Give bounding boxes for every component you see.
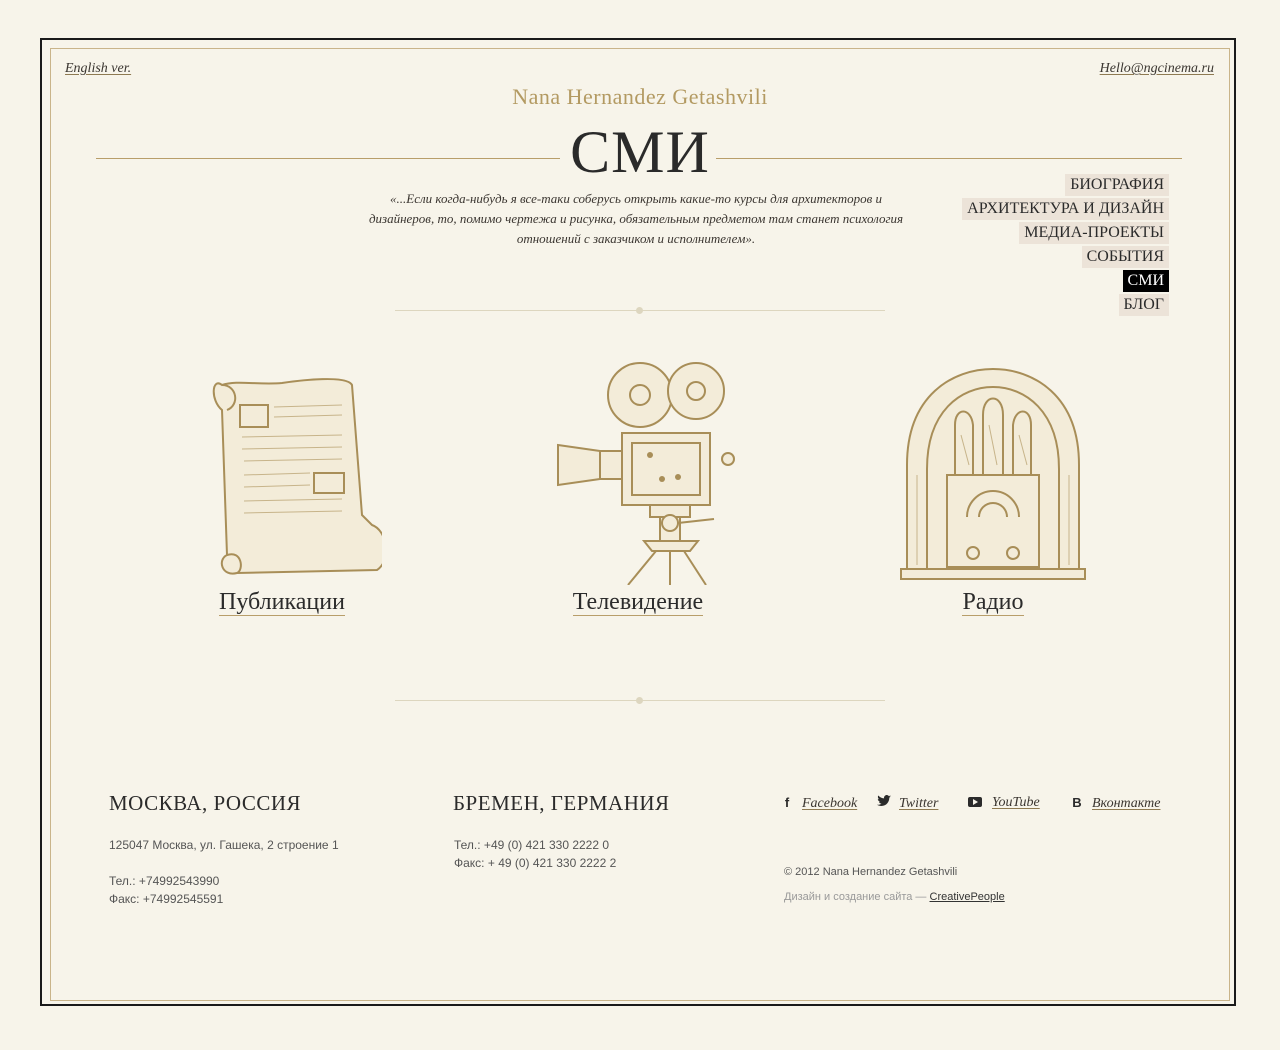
facebook-link[interactable]: f Facebook [780, 795, 857, 812]
radio-label[interactable]: Радио [873, 589, 1113, 616]
film-camera-icon [557, 362, 735, 585]
twitter-link[interactable]: Twitter [877, 795, 938, 812]
nav-item-press[interactable]: СМИ [1122, 270, 1169, 292]
design-credit: Дизайн и создание сайта — CreativePeople [784, 891, 1005, 903]
scroll-icon [212, 378, 382, 575]
main-nav: БИОГРАФИЯ АРХИТЕКТУРА И ДИЗАЙН МЕДИА-ПРО… [962, 174, 1169, 318]
divider-bottom [395, 697, 885, 704]
moscow-address: 125047 Москва, ул. Гашека, 2 строение 1 [109, 838, 339, 852]
copyright: © 2012 Nana Hernandez Getashvili [784, 866, 958, 878]
television-label[interactable]: Телевидение [518, 589, 758, 616]
vk-link[interactable]: В Вконтакте [1070, 795, 1160, 812]
nav-item-media-projects[interactable]: МЕДИА-ПРОЕКТЫ [1019, 222, 1169, 244]
nav-item-biography[interactable]: БИОГРАФИЯ [1065, 174, 1169, 196]
radio-block[interactable]: Радио [873, 355, 1113, 625]
nav-item-architecture[interactable]: АРХИТЕКТУРА И ДИЗАЙН [962, 198, 1169, 220]
facebook-icon: f [784, 795, 790, 810]
email-link[interactable]: Hello@ngcinema.ru [1100, 61, 1214, 77]
bremen-phone: Тел.: +49 (0) 421 330 2222 0 [454, 838, 610, 852]
vk-icon: В [1072, 795, 1082, 810]
radio-icon [900, 367, 1086, 580]
english-version-link[interactable]: English ver. [65, 61, 131, 77]
youtube-link[interactable]: YouTube [968, 795, 1040, 811]
nav-item-events[interactable]: СОБЫТИЯ [1081, 246, 1169, 268]
moscow-heading: МОСКВА, РОССИЯ [109, 791, 302, 815]
publications-block[interactable]: Публикации [162, 355, 402, 625]
author-name: Nana Hernandez Getashvili [512, 84, 768, 109]
nav-item-blog[interactable]: БЛОГ [1118, 294, 1169, 316]
publications-label[interactable]: Публикации [162, 589, 402, 616]
intro-quote: «...Если когда-нибудь я все-таки соберус… [368, 191, 904, 246]
youtube-icon [968, 797, 982, 807]
bremen-heading: БРЕМЕН, ГЕРМАНИЯ [453, 791, 670, 815]
bremen-fax: Факс: + 49 (0) 421 330 2222 2 [454, 856, 617, 870]
creativepeople-link[interactable]: CreativePeople [930, 891, 1005, 903]
moscow-phone: Тел.: +74992543990 [109, 874, 220, 888]
television-block[interactable]: Телевидение [518, 355, 758, 625]
moscow-fax: Факс: +74992545591 [109, 892, 224, 906]
twitter-icon [877, 795, 891, 810]
divider-top [395, 307, 885, 314]
